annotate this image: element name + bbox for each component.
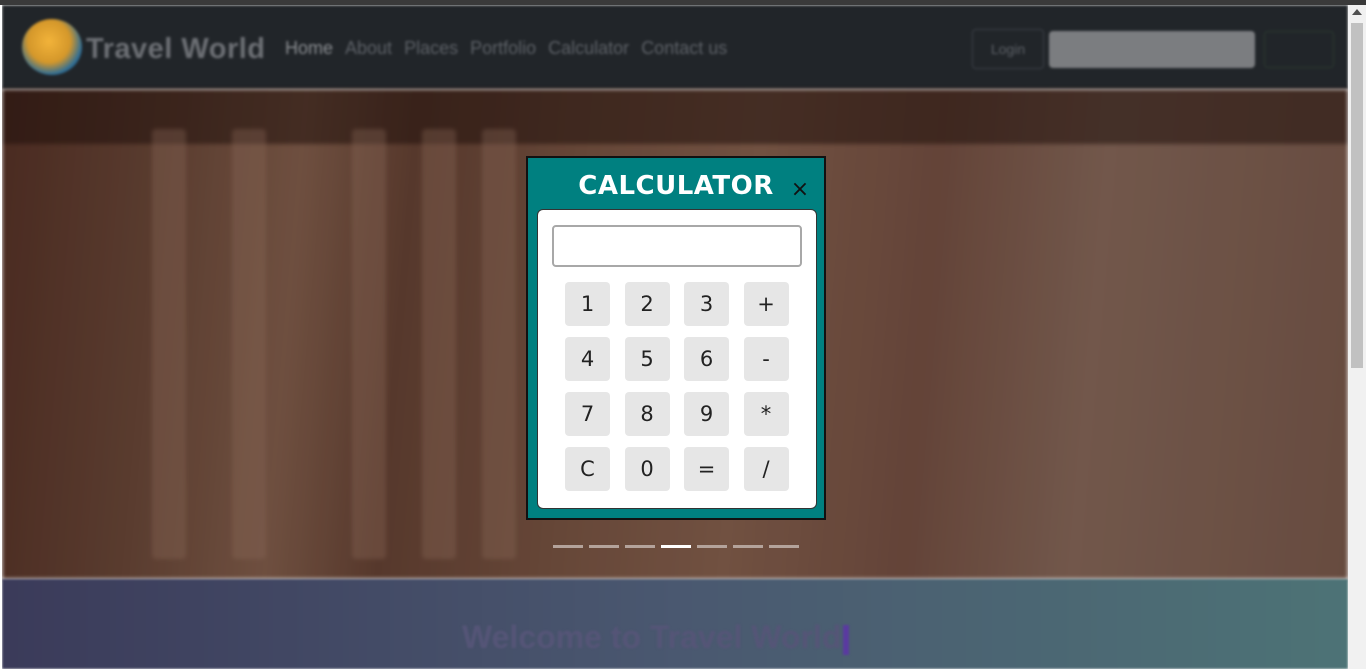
key-1[interactable]: 1	[565, 282, 610, 326]
key-plus[interactable]: +	[743, 282, 789, 326]
calculator-modal: CALCULATOR × 1 2 3 + 4 5 6 - 7 8 9 * C 0…	[526, 156, 826, 520]
calculator-keypad: 1 2 3 + 4 5 6 - 7 8 9 * C 0 = /	[565, 282, 789, 491]
close-icon[interactable]: ×	[790, 179, 810, 201]
nav-link-contact[interactable]: Contact us	[641, 38, 727, 59]
nav-link-places[interactable]: Places	[404, 38, 458, 59]
navbar: Travel World Home About Places Portfolio…	[2, 5, 1348, 89]
nav-link-home[interactable]: Home	[285, 38, 333, 59]
scrollbar-thumb[interactable]	[1351, 23, 1363, 368]
key-equals[interactable]: =	[684, 447, 729, 491]
key-2[interactable]: 2	[624, 282, 670, 326]
key-0[interactable]: 0	[624, 447, 670, 491]
page-scrollbar[interactable]	[1348, 5, 1366, 669]
key-minus[interactable]: -	[743, 337, 789, 381]
nav-link-portfolio[interactable]: Portfolio	[470, 38, 536, 59]
carousel-indicator[interactable]	[625, 545, 655, 548]
carousel-indicator[interactable]	[733, 545, 763, 548]
calculator-display[interactable]	[552, 225, 802, 267]
nav-links: Home About Places Portfolio Calculator C…	[285, 38, 727, 59]
carousel-indicators	[553, 545, 799, 548]
key-4[interactable]: 4	[565, 337, 610, 381]
carousel-indicator[interactable]	[589, 545, 619, 548]
carousel-indicator[interactable]	[697, 545, 727, 548]
nav-link-about[interactable]: About	[345, 38, 392, 59]
search-button[interactable]	[1264, 31, 1334, 68]
key-9[interactable]: 9	[684, 392, 729, 436]
calculator-body: 1 2 3 + 4 5 6 - 7 8 9 * C 0 = /	[537, 209, 817, 509]
key-8[interactable]: 8	[624, 392, 670, 436]
key-7[interactable]: 7	[565, 392, 610, 436]
scroll-up-arrow-icon[interactable]	[1352, 9, 1362, 15]
carousel-indicator[interactable]	[553, 545, 583, 548]
key-3[interactable]: 3	[684, 282, 729, 326]
key-clear[interactable]: C	[565, 447, 610, 491]
key-6[interactable]: 6	[684, 337, 729, 381]
calculator-title: CALCULATOR	[578, 171, 774, 201]
welcome-heading: Welcome to Travel World	[462, 619, 850, 656]
brand-name[interactable]: Travel World	[86, 33, 266, 66]
key-5[interactable]: 5	[624, 337, 670, 381]
carousel-indicator-active[interactable]	[661, 545, 691, 548]
brand-logo-icon[interactable]	[22, 19, 82, 75]
login-button[interactable]: Login	[972, 29, 1044, 69]
key-multiply[interactable]: *	[743, 392, 789, 436]
key-divide[interactable]: /	[743, 447, 789, 491]
carousel-indicator[interactable]	[769, 545, 799, 548]
search-input[interactable]	[1049, 31, 1255, 68]
typing-cursor	[843, 624, 850, 655]
nav-link-calculator[interactable]: Calculator	[548, 38, 629, 59]
